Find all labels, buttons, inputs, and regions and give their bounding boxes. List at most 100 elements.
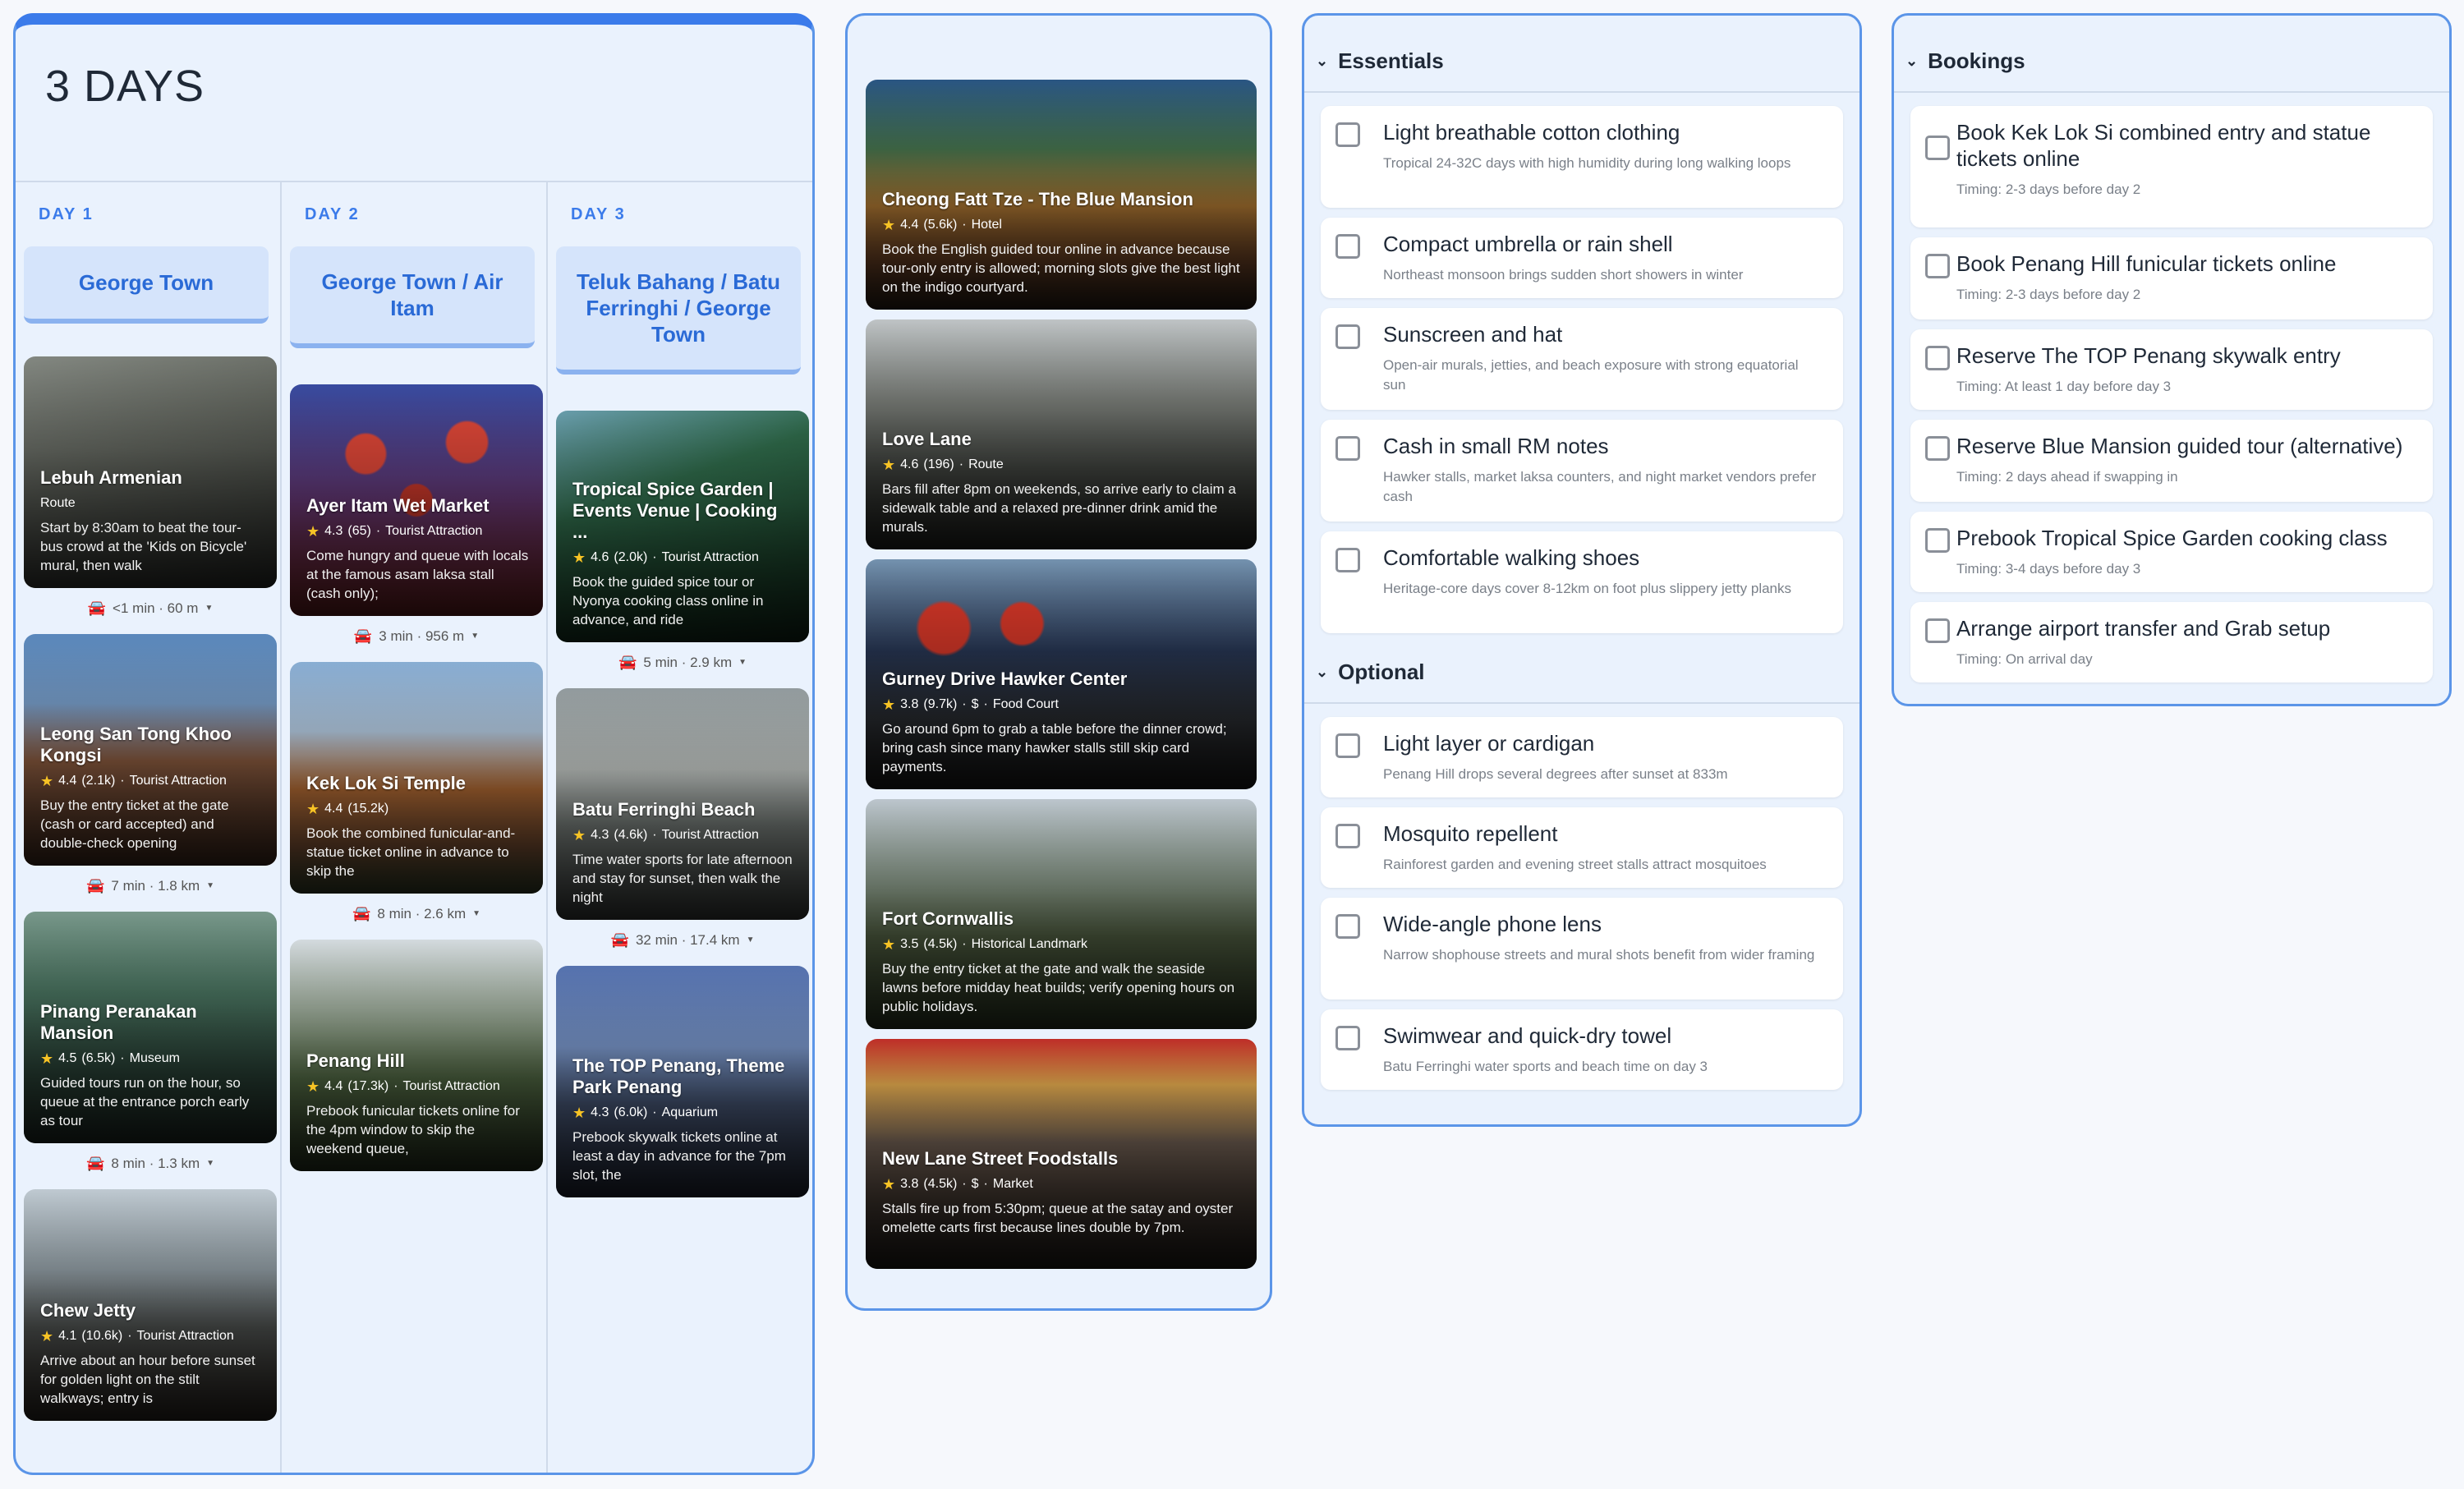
checkbox-icon[interactable] (1925, 618, 1950, 643)
place-card[interactable]: Penang Hill ★ 4.4 (17.3k) · Tourist Attracti… (290, 940, 543, 1171)
star-icon: ★ (40, 1050, 54, 1067)
place-description: Guided tours run on the hour, so queue a… (40, 1075, 250, 1128)
checkbox-icon[interactable] (1925, 528, 1950, 553)
place-category: Museum (129, 1051, 180, 1065)
transit-info[interactable]: 🚘 <1 min · 60 m ▼ (24, 600, 277, 617)
checklist-item[interactable]: Cash in small RM notes Hawker stalls, ma… (1321, 420, 1843, 522)
transit-info[interactable]: 🚘 7 min · 1.8 km ▼ (24, 877, 277, 894)
transit-info[interactable]: 🚘 8 min · 2.6 km ▼ (290, 905, 543, 922)
bookings-header[interactable]: ⌄ Bookings (1905, 48, 2025, 74)
checklist-item[interactable]: Wide-angle phone lens Narrow shophouse s… (1321, 898, 1843, 1000)
checkbox-icon[interactable] (1335, 824, 1360, 848)
transit-info[interactable]: 🚘 8 min · 1.3 km ▼ (24, 1155, 277, 1172)
place-card[interactable]: Pinang Peranakan Mansion ★ 4.5 (6.5k) · Muse… (24, 912, 277, 1143)
item-subtitle: Timing: 2 days ahead if swapping in (1956, 469, 2178, 485)
item-subtitle: Hawker stalls, market laksa counters, an… (1383, 469, 1817, 504)
checklist-item[interactable]: Compact umbrella or rain shell Northeast… (1321, 218, 1843, 298)
transit-info[interactable]: 🚘 3 min · 956 m ▼ (290, 627, 543, 645)
checklist-item[interactable]: Swimwear and quick-dry towel Batu Ferrin… (1321, 1009, 1843, 1090)
booking-item[interactable]: Reserve The TOP Penang skywalk entry Tim… (1910, 329, 2433, 410)
transit-info[interactable]: 🚘 5 min · 2.9 km ▼ (556, 654, 809, 671)
place-card[interactable]: Kek Lok Si Temple ★ 4.4 (15.2k) Book the c… (290, 662, 543, 894)
item-subtitle: Heritage-core days cover 8-12km on foot … (1383, 581, 1792, 596)
place-reviews: (4.6k) (614, 828, 648, 842)
checklist-item[interactable]: Comfortable walking shoes Heritage-core … (1321, 531, 1843, 633)
booking-item[interactable]: Prebook Tropical Spice Garden cooking cl… (1910, 512, 2433, 592)
item-title: Mosquito repellent (1383, 821, 1558, 846)
place-card[interactable]: The TOP Penang, Theme Park Penang ★ 4.3 (6… (556, 966, 809, 1197)
booking-item[interactable]: Arrange airport transfer and Grab setup … (1910, 602, 2433, 682)
item-title: Arrange airport transfer and Grab setup (1956, 616, 2331, 641)
place-reviews: (15.2k) (347, 802, 389, 816)
star-icon: ★ (882, 936, 896, 953)
day-label: DAY 2 (305, 205, 360, 223)
place-card[interactable]: Gurney Drive Hawker Center ★ 3.8 (9.7k) · $ ·… (866, 559, 1257, 789)
place-card[interactable]: Lebuh Armenian Route Start by 8:30am to … (24, 356, 277, 588)
checkbox-icon[interactable] (1925, 346, 1950, 370)
item-title: Wide-angle phone lens (1383, 912, 1602, 936)
checkbox-icon[interactable] (1335, 548, 1360, 572)
place-category: Market (992, 1177, 1033, 1191)
booking-item[interactable]: Book Kek Lok Si combined entry and statu… (1910, 106, 2433, 227)
place-card[interactable]: Fort Cornwallis ★ 3.5 (4.5k) · Historical La… (866, 799, 1257, 1029)
checkbox-icon[interactable] (1335, 234, 1360, 259)
place-card[interactable]: Love Lane ★ 4.6 (196) · Route Bars fill afte… (866, 319, 1257, 549)
checkbox-icon[interactable] (1335, 436, 1360, 461)
checklist-item[interactable]: Light breathable cotton clothing Tropica… (1321, 106, 1843, 208)
checkbox-icon[interactable] (1335, 733, 1360, 758)
item-subtitle: Northeast monsoon brings sudden short sh… (1383, 267, 1744, 283)
place-reviews: (2.0k) (614, 550, 648, 564)
car-icon: 🚘 (85, 877, 105, 894)
place-card[interactable]: Batu Ferringhi Beach ★ 4.3 (4.6k) · Tourist … (556, 688, 809, 920)
checkbox-icon[interactable] (1335, 122, 1360, 147)
essentials-header[interactable]: ⌄ Essentials (1316, 48, 1444, 74)
place-card[interactable]: Leong San Tong Khoo Kongsi ★ 4.4 (2.1k) · To… (24, 634, 277, 866)
day-area-chip[interactable]: George Town / Air Itam (290, 246, 535, 348)
chevron-down-icon: ▼ (206, 881, 215, 890)
place-rating: 4.3 (591, 828, 609, 842)
place-card[interactable]: New Lane Street Foodstalls ★ 3.8 (4.5k) · $ ·… (866, 1039, 1257, 1269)
checkbox-icon[interactable] (1335, 1026, 1360, 1050)
place-category: Route (40, 496, 76, 510)
place-description: Arrive about an hour before sunset for g… (40, 1353, 255, 1406)
day-column-1: DAY 1 George Town Lebuh Armenian Route S… (16, 182, 282, 1473)
checklist-item[interactable]: Mosquito repellent Rainforest garden and… (1321, 807, 1843, 888)
place-category: Food Court (992, 697, 1059, 711)
place-description: Prebook funicular tickets online for the… (306, 1103, 520, 1156)
checkbox-icon[interactable] (1925, 136, 1950, 160)
star-icon: ★ (306, 523, 320, 540)
place-reviews: (9.7k) (923, 697, 958, 711)
place-description: Start by 8:30am to beat the tour-bus cro… (40, 520, 247, 573)
place-card[interactable]: Cheong Fatt Tze - The Blue Mansion ★ 4.4 (… (866, 80, 1257, 310)
place-reviews: (6.0k) (614, 1105, 648, 1119)
place-card[interactable]: Ayer Itam Wet Market ★ 4.3 (65) · Tourist At… (290, 384, 543, 616)
place-reviews: (65) (347, 524, 371, 538)
checkbox-icon[interactable] (1925, 254, 1950, 278)
place-price: $ (971, 697, 979, 711)
checklist-item[interactable]: Sunscreen and hat Open-air murals, jetti… (1321, 308, 1843, 410)
transit-text: <1 min · 60 m (113, 600, 199, 616)
place-reviews: (6.5k) (81, 1051, 116, 1065)
place-rating: 4.6 (591, 550, 609, 564)
optional-header[interactable]: ⌄ Optional (1316, 659, 1425, 685)
transit-info[interactable]: 🚘 32 min · 17.4 km ▼ (556, 931, 809, 949)
day-area-chip[interactable]: Teluk Bahang / Batu Ferringhi / George T… (556, 246, 801, 375)
day-area-chip[interactable]: George Town (24, 246, 269, 324)
item-subtitle: Penang Hill drops several degrees after … (1383, 766, 1728, 782)
checkbox-icon[interactable] (1335, 914, 1360, 939)
saved-places-panel: Cheong Fatt Tze - The Blue Mansion ★ 4.4 (… (845, 13, 1272, 1311)
item-subtitle: Batu Ferringhi water sports and beach ti… (1383, 1059, 1708, 1074)
place-card[interactable]: Chew Jetty ★ 4.1 (10.6k) · Tourist Attractio… (24, 1189, 277, 1421)
star-icon: ★ (306, 801, 320, 817)
place-category: Route (968, 457, 1004, 471)
item-subtitle: Timing: On arrival day (1956, 651, 2093, 667)
place-card[interactable]: Tropical Spice Garden | Events Venue | C… (556, 411, 809, 642)
checkbox-icon[interactable] (1925, 436, 1950, 461)
car-icon: 🚘 (618, 654, 637, 670)
checklist-item[interactable]: Light layer or cardigan Penang Hill drop… (1321, 717, 1843, 797)
place-description: Buy the entry ticket at the gate and wal… (882, 961, 1235, 1014)
booking-item[interactable]: Book Penang Hill funicular tickets onlin… (1910, 237, 2433, 319)
booking-item[interactable]: Reserve Blue Mansion guided tour (altern… (1910, 420, 2433, 502)
checkbox-icon[interactable] (1335, 324, 1360, 349)
bookings-panel: ⌄ Bookings Book Kek Lok Si combined entry… (1892, 13, 2452, 706)
